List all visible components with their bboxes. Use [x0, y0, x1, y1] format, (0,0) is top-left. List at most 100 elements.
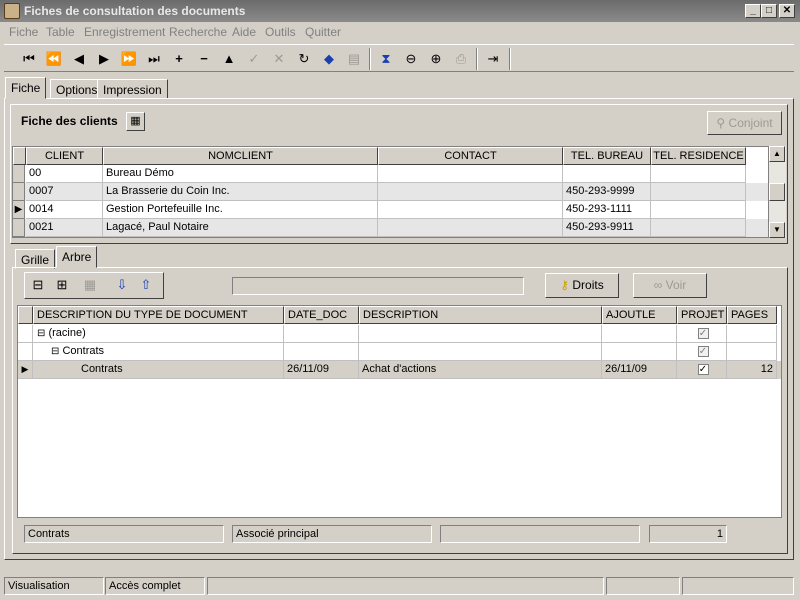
- table-row[interactable]: 00 Bureau Démo: [13, 165, 768, 183]
- clients-grid: CLIENT NOMCLIENT CONTACT TEL. BUREAU TEL…: [12, 146, 769, 238]
- cell-tel-residence: [651, 201, 746, 219]
- cell-client: 0014: [26, 201, 103, 219]
- confirm-icon[interactable]: ✓: [243, 48, 265, 70]
- cell-nomclient: La Brasserie du Coin Inc.: [103, 183, 378, 201]
- menu-outils[interactable]: Outils: [265, 25, 296, 39]
- menu-table[interactable]: Table: [46, 25, 75, 39]
- col-pages[interactable]: PAGES: [727, 306, 777, 324]
- col-date-doc[interactable]: DATE_DOC: [284, 306, 359, 324]
- table-row[interactable]: 0021 Lagacé, Paul Notaire 450-293-9911: [13, 219, 768, 237]
- zoom-out-icon[interactable]: ⊖: [400, 48, 422, 70]
- col-contact[interactable]: CONTACT: [378, 147, 563, 165]
- first-icon[interactable]: ⏮: [18, 48, 40, 70]
- table-row-selected[interactable]: ▶ 0014 Gestion Portefeuille Inc. 450-293…: [13, 201, 768, 219]
- cell-contact: [378, 201, 563, 219]
- next-icon[interactable]: ▶: [93, 48, 115, 70]
- cell-client: 0021: [26, 219, 103, 237]
- col-client[interactable]: CLIENT: [26, 147, 103, 165]
- menu-enregistrement[interactable]: Enregistrement: [84, 25, 165, 39]
- scroll-thumb[interactable]: [769, 183, 785, 201]
- document-icon[interactable]: ▦: [126, 112, 145, 131]
- tab-impression[interactable]: Impression: [97, 79, 168, 99]
- zoom-in-icon[interactable]: ⊕: [425, 48, 447, 70]
- exit-door-icon[interactable]: ⇥: [482, 48, 504, 70]
- move-up-icon[interactable]: ⇧: [135, 274, 157, 296]
- hourglass-icon[interactable]: ⧗: [375, 48, 397, 70]
- scroll-down-icon[interactable]: ▼: [769, 222, 785, 238]
- next-page-icon[interactable]: ⏩: [118, 48, 140, 70]
- col-projet[interactable]: PROJET: [677, 306, 727, 324]
- col-ajoutle[interactable]: AJOUTLE: [602, 306, 677, 324]
- tab-grille[interactable]: Grille: [15, 249, 56, 269]
- collapse-icon[interactable]: ⊟: [27, 274, 49, 296]
- person-icon: ⚲: [716, 116, 726, 130]
- droits-label: Droits: [572, 278, 604, 292]
- tab-fiche[interactable]: Fiche: [5, 77, 47, 99]
- search-input[interactable]: [232, 277, 524, 295]
- cell-description: [359, 325, 602, 343]
- tree-row-selected[interactable]: ▶ Contrats 26/11/09 Achat d'actions 26/1…: [18, 361, 781, 379]
- menu-recherche[interactable]: Recherche: [169, 25, 227, 39]
- scroll-up-icon[interactable]: ▲: [769, 146, 785, 162]
- status-access: Accès complet: [105, 577, 205, 595]
- menu-aide[interactable]: Aide: [232, 25, 256, 39]
- col-nomclient[interactable]: NOMCLIENT: [103, 147, 378, 165]
- refresh-icon[interactable]: ↻: [293, 48, 315, 70]
- droits-button[interactable]: ⚷ Droits: [545, 273, 619, 298]
- window-title: Fiches de consultation des documents: [24, 4, 246, 18]
- maximize-button[interactable]: □: [761, 4, 777, 18]
- cancel-icon[interactable]: ✕: [268, 48, 290, 70]
- tree-row[interactable]: ⊟ (racine) ✓: [18, 325, 781, 343]
- documents-header-row: DESCRIPTION DU TYPE DE DOCUMENT DATE_DOC…: [18, 306, 781, 324]
- tab-options[interactable]: Options: [50, 79, 104, 99]
- clients-scrollbar[interactable]: ▲ ▼: [769, 146, 786, 238]
- col-tel-residence[interactable]: TEL. RESIDENCE: [651, 147, 746, 165]
- cell-date-doc: [284, 325, 359, 343]
- remove-icon[interactable]: −: [193, 48, 215, 70]
- clients-title: Fiche des clients: [21, 114, 118, 128]
- doc-toolbar: ⊟ ⊞ ▦ ⇩ ⇧: [24, 272, 164, 299]
- col-tel-bureau[interactable]: TEL. BUREAU: [563, 147, 651, 165]
- print-icon[interactable]: ⎙: [450, 48, 472, 70]
- projet-checkbox[interactable]: ✓: [697, 364, 709, 375]
- add-icon[interactable]: +: [168, 48, 190, 70]
- toolbar: ⏮ ⏪ ◀ ▶ ⏩ ⏭ + − ▲ ✓ ✕ ↻ ◆ ▤ ⧗ ⊖ ⊕ ⎙ ⇥: [4, 44, 794, 72]
- cell-pages: [727, 325, 777, 343]
- table-row[interactable]: 0007 La Brasserie du Coin Inc. 450-293-9…: [13, 183, 768, 201]
- projet-checkbox[interactable]: ✓: [697, 328, 709, 339]
- tree-collapse-icon[interactable]: ⊟: [37, 328, 45, 339]
- last-icon[interactable]: ⏭: [143, 48, 165, 70]
- cell-desc-type: (racine): [48, 327, 86, 339]
- disk-icon[interactable]: ▤: [343, 48, 365, 70]
- menu-fiche[interactable]: Fiche: [9, 25, 38, 39]
- up-icon[interactable]: ▲: [218, 48, 240, 70]
- expand-icon[interactable]: ⊞: [51, 274, 73, 296]
- cell-description: Achat d'actions: [359, 361, 602, 379]
- cell-client: 00: [26, 165, 103, 183]
- close-button[interactable]: ✕: [779, 4, 795, 18]
- cell-desc-type: Contrats: [62, 345, 105, 357]
- col-description[interactable]: DESCRIPTION: [359, 306, 602, 324]
- menu-quitter[interactable]: Quitter: [305, 25, 341, 39]
- cell-tel-residence: [651, 219, 746, 237]
- tree-collapse-icon[interactable]: ⊟: [51, 346, 59, 357]
- prev-icon[interactable]: ◀: [68, 48, 90, 70]
- voir-button[interactable]: ∞ Voir: [633, 273, 707, 298]
- tree-row[interactable]: ⊟ Contrats ✓: [18, 343, 781, 361]
- cell-tel-bureau: 450-293-1111: [563, 201, 651, 219]
- documents-grid: DESCRIPTION DU TYPE DE DOCUMENT DATE_DOC…: [17, 305, 782, 518]
- menu-bar: Fiche Table Enregistrement Recherche Aid…: [0, 22, 800, 42]
- conjoint-button[interactable]: ⚲ Conjoint: [707, 111, 782, 135]
- tab-arbre[interactable]: Arbre: [56, 246, 98, 268]
- cell-nomclient: Bureau Démo: [103, 165, 378, 183]
- move-down-icon[interactable]: ⇩: [111, 274, 133, 296]
- cell-tel-bureau: 450-293-9999: [563, 183, 651, 201]
- col-desc-type[interactable]: DESCRIPTION DU TYPE DE DOCUMENT: [33, 306, 284, 324]
- tag-icon[interactable]: ◆: [318, 48, 340, 70]
- grid-icon[interactable]: ▦: [79, 274, 101, 296]
- cell-client: 0007: [26, 183, 103, 201]
- clients-header-row: CLIENT NOMCLIENT CONTACT TEL. BUREAU TEL…: [13, 147, 768, 165]
- projet-checkbox[interactable]: ✓: [697, 346, 709, 357]
- minimize-button[interactable]: _: [745, 4, 761, 18]
- prev-page-icon[interactable]: ⏪: [43, 48, 65, 70]
